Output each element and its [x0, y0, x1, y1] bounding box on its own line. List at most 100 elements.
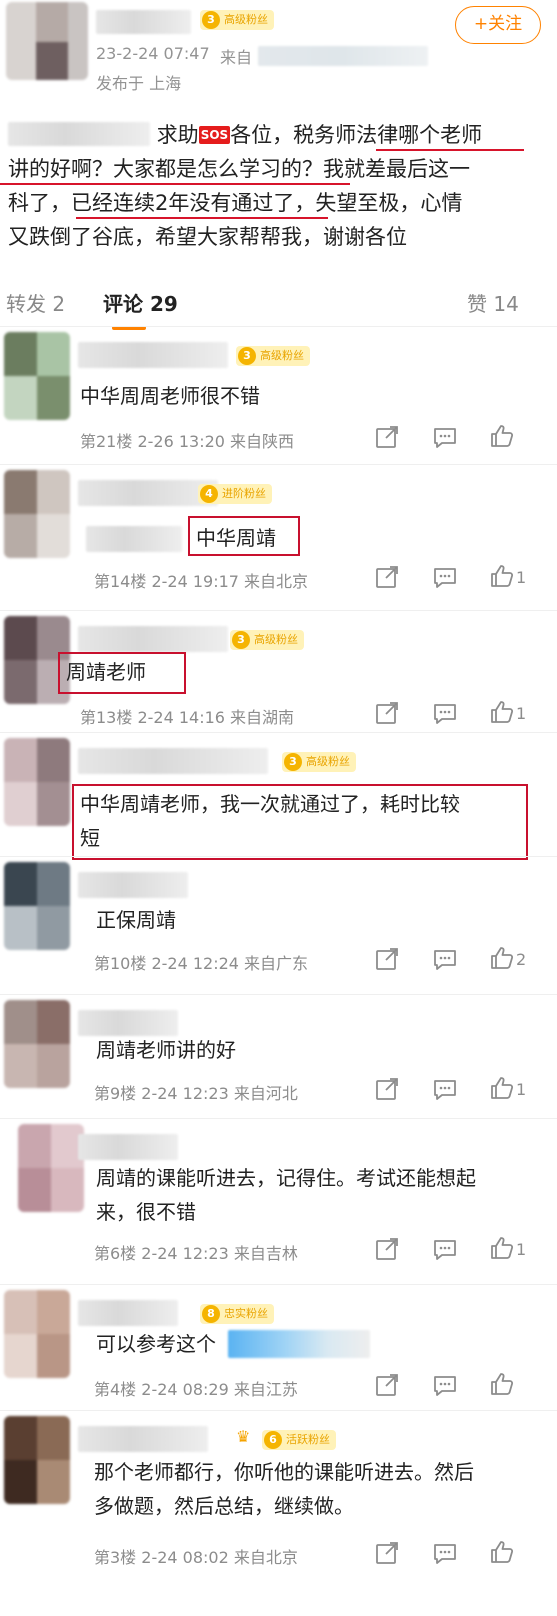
share-icon[interactable] — [374, 1076, 400, 1102]
comment-divider — [0, 1284, 557, 1285]
like-icon[interactable] — [489, 1371, 515, 1397]
comment-text: 来，很不错 — [96, 1200, 196, 1224]
like-count: 1 — [516, 1080, 527, 1099]
commenter-name-redacted[interactable] — [78, 1134, 178, 1160]
post-text: 讲的好啊？大家都是怎么学习的？我就差最后这一 — [8, 157, 470, 181]
comment-divider — [0, 1410, 557, 1411]
comment-meta: 第4楼 2-24 08:29 来自江苏 — [94, 1380, 298, 1399]
like-icon[interactable] — [489, 1539, 515, 1565]
fan-level-icon: 3 — [284, 753, 302, 771]
like-icon[interactable] — [489, 563, 515, 589]
link-redacted[interactable] — [228, 1330, 370, 1358]
reply-icon[interactable] — [432, 564, 458, 590]
comment-divider — [0, 464, 557, 465]
fan-badge-label: 高级粉丝 — [306, 755, 350, 768]
comment-meta: 第6楼 2-24 12:23 来自吉林 — [94, 1244, 298, 1263]
mention-redacted — [8, 122, 150, 146]
post-header: 3 高级粉丝 +关注 23-2-24 07:47 来自 发布于 上海 — [0, 0, 557, 100]
reply-icon[interactable] — [432, 700, 458, 726]
comment-text: 多做题，然后总结，继续做。 — [94, 1494, 354, 1518]
commenter-avatar[interactable] — [4, 1416, 70, 1504]
highlight-underline — [0, 183, 350, 185]
share-icon[interactable] — [374, 946, 400, 972]
comment-divider — [0, 326, 557, 327]
highlight-box — [58, 652, 186, 694]
fan-badge-label: 高级粉丝 — [224, 13, 268, 26]
fan-badge: 3 高级粉丝 — [282, 752, 356, 772]
commenter-name-redacted[interactable] — [78, 872, 188, 898]
reply-icon[interactable] — [432, 946, 458, 972]
reply-icon[interactable] — [432, 1076, 458, 1102]
author-name-redacted[interactable] — [96, 10, 191, 34]
post-text: 科了，已经连续2年没有通过了，失望至极，心情 — [8, 191, 463, 215]
crown-icon: ♛ — [236, 1427, 251, 1446]
commenter-name-redacted[interactable] — [78, 480, 218, 506]
comment-meta: 第13楼 2-24 14:16 来自湖南 — [80, 708, 295, 727]
like-count: 1 — [516, 1240, 527, 1259]
reply-icon[interactable] — [432, 1540, 458, 1566]
post-line-3: 科了，已经连续2年没有通过了，失望至极，心情 — [8, 186, 543, 220]
like-icon[interactable] — [489, 423, 515, 449]
share-icon[interactable] — [374, 564, 400, 590]
post-time: 23-2-24 07:47 — [96, 44, 210, 63]
reply-icon[interactable] — [432, 1236, 458, 1262]
tab-comments[interactable]: 评论 29 — [103, 288, 178, 317]
commenter-name-redacted[interactable] — [78, 342, 228, 368]
follow-button[interactable]: +关注 — [455, 6, 541, 44]
commenter-avatar[interactable] — [4, 332, 70, 420]
comment-meta: 第9楼 2-24 12:23 来自河北 — [94, 1084, 298, 1103]
comment-text: 周靖的课能听进去，记得住。考试还能想起 — [96, 1166, 476, 1190]
commenter-avatar[interactable] — [18, 1124, 84, 1212]
commenter-name-redacted[interactable] — [78, 1010, 178, 1036]
comment-divider — [0, 994, 557, 995]
author-avatar[interactable] — [6, 2, 88, 80]
commenter-avatar[interactable] — [4, 738, 70, 826]
comment-meta: 第3楼 2-24 08:02 来自北京 — [94, 1548, 298, 1567]
fan-badge-label: 高级粉丝 — [254, 633, 298, 646]
tab-repost[interactable]: 转发 2 — [6, 288, 65, 317]
fan-level-icon: 6 — [264, 1431, 282, 1449]
reply-icon[interactable] — [432, 424, 458, 450]
reply-icon[interactable] — [432, 1372, 458, 1398]
post-body: 求助 SOS各位，税务师法律哪个老师 讲的好啊？大家都是怎么学习的？我就差最后这一… — [0, 118, 543, 254]
commenter-name-redacted[interactable] — [78, 1426, 208, 1452]
commenter-avatar[interactable] — [4, 862, 70, 950]
commenter-name-redacted[interactable] — [78, 626, 228, 652]
like-icon[interactable] — [489, 945, 515, 971]
sos-emoji-icon: SOS — [198, 126, 231, 144]
fan-level-icon: 3 — [232, 631, 250, 649]
commenter-name-redacted[interactable] — [78, 1300, 178, 1326]
commenter-avatar[interactable] — [4, 1290, 70, 1378]
comment-divider — [0, 856, 557, 857]
share-icon[interactable] — [374, 1236, 400, 1262]
like-icon[interactable] — [489, 699, 515, 725]
fan-badge: 4 进阶粉丝 — [198, 484, 272, 504]
like-count: 1 — [516, 704, 527, 723]
like-count: 1 — [516, 568, 527, 587]
fan-badge: 8 忠实粉丝 — [200, 1304, 274, 1324]
fan-level-icon: 3 — [238, 347, 256, 365]
share-icon[interactable] — [374, 700, 400, 726]
fan-badge: 3 高级粉丝 — [230, 630, 304, 650]
share-icon[interactable] — [374, 1540, 400, 1566]
share-icon[interactable] — [374, 424, 400, 450]
comment-text: 中华周周老师很不错 — [80, 384, 260, 408]
comment-text: 正保周靖 — [96, 908, 176, 932]
post-text: 又跌倒了谷底，希望大家帮帮我，谢谢各位 — [8, 225, 407, 249]
fan-level-icon: 4 — [200, 485, 218, 503]
post-location: 发布于 上海 — [96, 74, 182, 93]
like-count: 2 — [516, 950, 527, 969]
share-icon[interactable] — [374, 1372, 400, 1398]
like-icon[interactable] — [489, 1075, 515, 1101]
fan-badge-label: 忠实粉丝 — [224, 1307, 268, 1320]
fan-badge: 3 高级粉丝 — [200, 10, 274, 30]
commenter-name-redacted[interactable] — [78, 748, 268, 774]
fan-badge-label: 进阶粉丝 — [222, 487, 266, 500]
commenter-avatar[interactable] — [4, 1000, 70, 1088]
tab-likes[interactable]: 赞 14 — [467, 288, 519, 317]
comment-divider — [0, 610, 557, 611]
like-icon[interactable] — [489, 1235, 515, 1261]
comment-text: 周靖老师讲的好 — [96, 1038, 236, 1062]
highlight-box — [72, 784, 528, 860]
commenter-avatar[interactable] — [4, 470, 70, 558]
